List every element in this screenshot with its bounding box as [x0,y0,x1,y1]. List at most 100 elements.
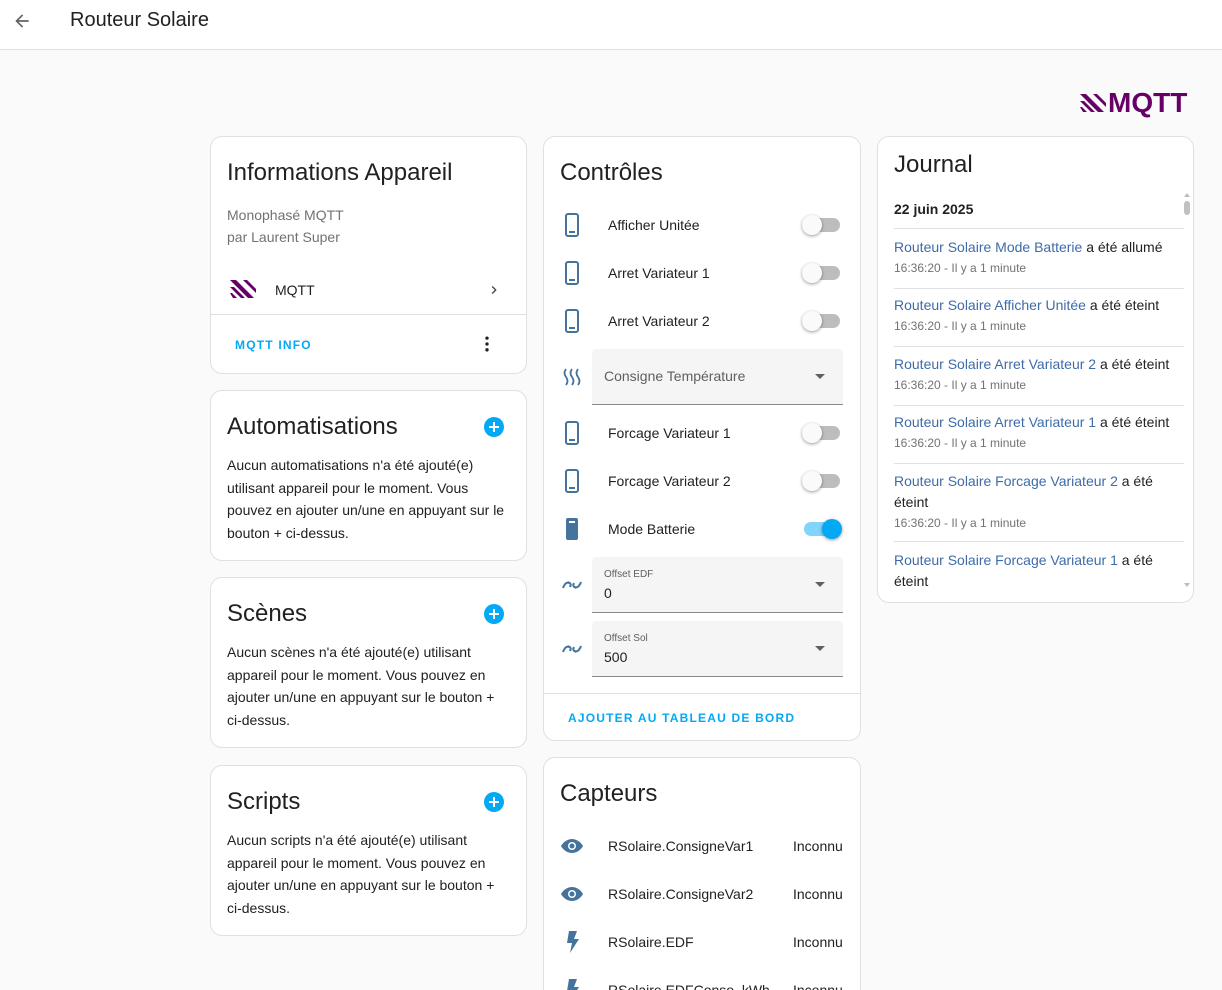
controls-card: Contrôles Afficher Unitée Arret Variateu… [543,136,861,741]
journal-time: 16:36:20 - Il y a 1 minute [894,516,1027,530]
control-row-consigne-temperature: Consigne Température [544,349,860,405]
offset-sol-select[interactable]: Offset Sol 500 [592,621,843,677]
toggle-afficher-unitee[interactable] [802,215,840,235]
phone-filled-icon [560,517,584,541]
heat-waves-icon [560,365,584,389]
plus-icon [489,422,499,432]
control-row-forcage-variateur-2[interactable]: Forcage Variateur 2 [544,457,860,505]
arrow-exchange-icon [560,637,584,661]
journal-action: a été éteint [1096,356,1170,372]
scenes-title: Scènes [227,600,308,627]
journal-entity-link[interactable]: Routeur Solaire Afficher Unitée [894,297,1086,313]
journal-entity-link[interactable]: Routeur Solaire Forcage Variateur 2 [894,473,1118,489]
journal-entry: Routeur Solaire Mode Batterie a été allu… [894,237,1184,289]
dropdown-caret-icon [815,582,825,587]
journal-entry: Routeur Solaire Arret Variateur 1 a été … [894,412,1184,464]
automations-card: Automatisations Aucun automatisations n'… [210,390,527,561]
add-to-dashboard-button[interactable]: AJOUTER AU TABLEAU DE BORD [568,711,795,725]
add-automation-button[interactable] [484,417,504,437]
journal-entry: Routeur Solaire Arret Variateur 2 a été … [894,354,1184,406]
sensor-row[interactable]: RSolaire.EDF Inconnu [544,918,860,966]
scenes-empty-text: Aucun scènes n'a été ajouté(e) utilisant… [227,644,495,728]
control-label: Afficher Unitée [608,217,700,233]
select-label: Offset EDF [604,569,654,580]
phone-icon [560,469,584,493]
controls-title: Contrôles [560,159,663,186]
sensors-title: Capteurs [560,780,658,807]
consigne-temperature-select[interactable]: Consigne Température [592,349,843,405]
journal-time: 16:36:20 - Il y a 1 minute [894,436,1027,450]
dropdown-caret-icon [815,374,825,379]
control-label: Arret Variateur 1 [608,265,710,281]
divider [544,693,860,694]
control-row-mode-batterie[interactable]: Mode Batterie [544,505,860,553]
phone-icon [560,421,584,445]
control-row-arret-variateur-1[interactable]: Arret Variateur 1 [544,249,860,297]
toggle-forcage-variateur-1[interactable] [802,423,840,443]
phone-icon [560,309,584,333]
mqtt-integration-icon [230,280,256,298]
journal-entity-link[interactable]: Routeur Solaire Arret Variateur 1 [894,414,1096,430]
journal-entity-link[interactable]: Routeur Solaire Forcage Variateur 1 [894,552,1118,568]
add-scene-button[interactable] [484,604,504,624]
journal-entity-link[interactable]: Routeur Solaire Mode Batterie [894,239,1082,255]
mqtt-logo-icon [1080,94,1106,112]
dropdown-caret-icon [815,646,825,651]
select-value: 0 [604,585,612,601]
control-row-offset-sol: Offset Sol 500 [544,621,860,677]
control-row-forcage-variateur-1[interactable]: Forcage Variateur 1 [544,409,860,457]
top-app-bar: Routeur Solaire [0,0,1222,50]
device-manufacturer: par Laurent Super [227,229,340,245]
sensor-label: RSolaire.ConsigneVar1 [608,838,754,854]
offset-edf-select[interactable]: Offset EDF 0 [592,557,843,613]
back-arrow-icon[interactable] [8,7,36,35]
scroll-thumb[interactable] [1184,201,1190,215]
sensor-row[interactable]: RSolaire.ConsigneVar1 Inconnu [544,822,860,870]
plus-icon [489,797,499,807]
device-model: Monophasé MQTT [227,207,344,223]
sensor-value: Inconnu [793,982,843,990]
lightning-bolt-icon [560,978,584,990]
phone-icon [560,261,584,285]
divider [211,314,526,315]
control-row-arret-variateur-2[interactable]: Arret Variateur 2 [544,297,860,345]
toggle-mode-batterie[interactable] [804,519,842,539]
eye-icon [560,882,584,906]
more-vert-icon[interactable] [477,334,497,354]
scroll-up-arrow-icon[interactable] [1184,193,1190,197]
sensor-row[interactable]: RSolaire.EDFConso_kWh Inconnu [544,966,860,990]
journal-time: 16:36:20 - Il y a 1 minute [894,319,1027,333]
chevron-right-icon [491,286,497,294]
control-label: Mode Batterie [608,521,696,537]
sensor-value: Inconnu [793,838,843,854]
journal-entry: Routeur Solaire Afficher Unitée a été ét… [894,295,1184,347]
journal-entity-link[interactable]: Routeur Solaire Arret Variateur 2 [894,356,1096,372]
mqtt-info-button[interactable]: MQTT INFO [235,338,312,352]
control-label: Forcage Variateur 2 [608,473,731,489]
toggle-forcage-variateur-2[interactable] [802,471,840,491]
select-label: Consigne Température [604,368,746,384]
sensor-value: Inconnu [793,934,843,950]
journal-scrollbar[interactable] [1183,193,1191,589]
journal-entry: Routeur Solaire Forcage Variateur 2 a ét… [894,471,1184,542]
journal-date: 22 juin 2025 [894,201,974,217]
control-label: Forcage Variateur 1 [608,425,731,441]
sensor-row[interactable]: RSolaire.ConsigneVar2 Inconnu [544,870,860,918]
select-label: Offset Sol [604,633,648,644]
toggle-arret-variateur-1[interactable] [802,263,840,283]
phone-icon [560,213,584,237]
integration-row[interactable]: MQTT [211,265,526,313]
control-row-offset-edf: Offset EDF 0 [544,557,860,613]
mqtt-logo-text: MQTT [1108,87,1188,118]
journal-time: 16:36:20 - Il y a 1 minute [894,261,1027,275]
sensor-label: RSolaire.EDF [608,934,694,950]
toggle-arret-variateur-2[interactable] [802,311,840,331]
sensor-label: RSolaire.ConsigneVar2 [608,886,754,902]
select-value: 500 [604,649,628,665]
add-script-button[interactable] [484,792,504,812]
divider [894,228,1184,229]
scripts-card: Scripts Aucun scripts n'a été ajouté(e) … [210,765,527,936]
scroll-down-arrow-icon[interactable] [1184,583,1190,587]
journal-action: a été éteint [1085,297,1160,313]
control-row-afficher-unitee[interactable]: Afficher Unitée [544,201,860,249]
